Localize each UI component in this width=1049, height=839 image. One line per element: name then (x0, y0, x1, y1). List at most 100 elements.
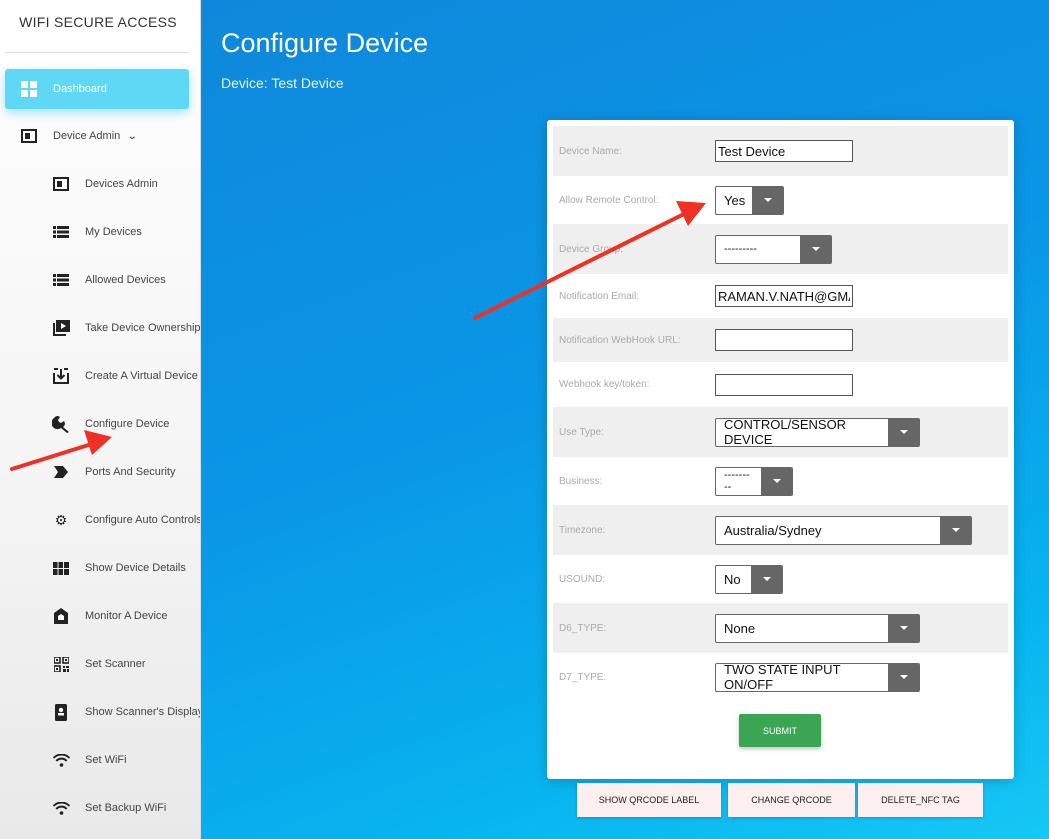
business-select[interactable]: --------- (715, 466, 793, 496)
select-value: --------- (724, 469, 750, 493)
remote-control-select[interactable]: Yes (715, 185, 784, 215)
timezone-label: Timezone: (559, 524, 606, 536)
download-box-icon (52, 368, 70, 384)
sidebar-item-label: Show Device Details (85, 562, 186, 574)
notification-email-label: Notification Email: (559, 290, 640, 302)
change-qrcode-button[interactable]: CHANGE QRCODE (728, 783, 855, 817)
device-group-select[interactable]: --------- (715, 234, 832, 264)
page-subtitle: Device: Test Device (221, 75, 344, 91)
remote-control-label: Allow Remote Control: (559, 194, 659, 206)
usound-select[interactable]: No (715, 564, 783, 594)
sidebar: WIFI SECURE ACCESS Dashboard Device Admi… (0, 0, 201, 839)
webhook-key-label: Webhook key/token: (559, 379, 650, 390)
select-value: CONTROL/SENSOR DEVICE (724, 417, 847, 447)
grid-icon (52, 560, 70, 576)
sidebar-item-label: Dashboard (53, 83, 107, 95)
business-label: Business: (559, 475, 603, 487)
form-row-d6-type: D6_TYPE: None (553, 603, 1008, 653)
delete-nfc-tag-button[interactable]: DELETE_NFC TAG (858, 783, 983, 817)
device-name-label: Device Name: (559, 145, 622, 157)
brand-title: WIFI SECURE ACCESS (19, 14, 177, 30)
form-row-remote-control: Allow Remote Control: Yes (553, 176, 1008, 224)
sidebar-item-label: Devices Admin (85, 178, 158, 190)
sidebar-item-label: Monitor A Device (85, 610, 168, 622)
form-row-device-group: Device Group: --------- (553, 224, 1008, 274)
sidebar-item-label: Device Admin (53, 130, 121, 142)
sidebar-item-allowed-devices[interactable]: Allowed Devices (52, 270, 166, 290)
contrast-icon (20, 128, 38, 144)
d7-type-select[interactable]: TWO STATE INPUT ON/OFF (715, 662, 920, 692)
d6-type-label: D6_TYPE: (559, 622, 607, 634)
select-value: Yes (724, 192, 746, 208)
sidebar-item-label: Set WiFi (85, 754, 127, 766)
sidebar-item-label: Allowed Devices (85, 274, 166, 286)
use-type-select[interactable]: CONTROL/SENSOR DEVICE (715, 417, 920, 447)
sidebar-item-label: Set Backup WiFi (85, 802, 167, 814)
chevron-down-icon (888, 418, 919, 446)
sidebar-item-devices-admin[interactable]: Devices Admin (52, 174, 158, 194)
sidebar-item-set-scanner[interactable]: Set Scanner (52, 654, 146, 674)
wifi-icon (52, 752, 70, 768)
form-row-use-type: Use Type: CONTROL/SENSOR DEVICE (553, 407, 1008, 457)
form-row-webhook-key: Webhook key/token: (553, 362, 1008, 407)
device-name-input[interactable] (715, 140, 853, 162)
submit-button[interactable]: SUBMIT (739, 714, 821, 747)
form-row-usound: USOUND: No (553, 555, 1008, 603)
form-row-notification-email: Notification Email: (553, 274, 1008, 318)
webhook-url-label: Notification WebHook URL: (559, 334, 681, 346)
chevron-down-icon (940, 516, 971, 544)
phone-icon (52, 703, 70, 721)
sidebar-item-set-backup-wifi[interactable]: Set Backup WiFi (52, 798, 166, 818)
sidebar-item-label: Create A Virtual Device (85, 370, 198, 382)
wrench-icon (52, 416, 70, 433)
form-row-d7-type: D7_TYPE: TWO STATE INPUT ON/OFF (553, 653, 1008, 701)
chevron-down-icon (888, 663, 919, 691)
sidebar-item-configure-device[interactable]: Configure Device (52, 414, 169, 434)
use-type-label: Use Type: (559, 426, 604, 438)
sidebar-item-configure-auto-controls[interactable]: ⚙ Configure Auto Controls (52, 510, 201, 530)
form-row-business: Business: --------- (553, 457, 1008, 505)
configure-device-form: Device Name: Allow Remote Control: Yes D… (547, 120, 1014, 779)
notification-email-input[interactable] (715, 285, 853, 307)
form-row-device-name: Device Name: (553, 126, 1008, 176)
home-box-icon (52, 608, 70, 624)
show-qrcode-label-button[interactable]: SHOW QRCODE LABEL (577, 783, 721, 817)
sidebar-item-label: Ports And Security (85, 466, 176, 478)
sidebar-item-ports-and-security[interactable]: Ports And Security (52, 462, 176, 482)
chevron-down-icon (800, 235, 831, 263)
webhook-key-input[interactable] (715, 373, 853, 396)
sidebar-item-label: Configure Auto Controls (85, 514, 201, 526)
sidebar-item-device-admin[interactable]: Device Admin ⌄ (20, 126, 138, 146)
sidebar-item-my-devices[interactable]: My Devices (52, 222, 142, 242)
d6-type-select[interactable]: None (715, 613, 920, 643)
select-value: None (724, 620, 756, 636)
sidebar-item-label: My Devices (85, 226, 142, 238)
usound-label: USOUND: (559, 573, 606, 585)
chevron-down-icon (752, 186, 783, 214)
d7-type-label: D7_TYPE: (559, 671, 607, 683)
dashboard-icon (21, 81, 37, 97)
form-row-webhook-url: Notification WebHook URL: (553, 318, 1008, 362)
device-group-label: Device Group: (559, 243, 623, 255)
main-content: Configure Device Device: Test Device Dev… (201, 0, 1049, 839)
chevron-down-icon: ⌄ (127, 130, 138, 142)
webhook-url-input[interactable] (715, 329, 853, 351)
sidebar-item-create-virtual-device[interactable]: Create A Virtual Device (52, 366, 198, 386)
form-row-timezone: Timezone: Australia/Sydney (553, 505, 1008, 555)
select-value: TWO STATE INPUT ON/OFF (724, 662, 841, 692)
sidebar-item-label: Take Device Ownership (85, 322, 201, 334)
list-icon (52, 224, 70, 240)
sidebar-item-show-scanners-display[interactable]: Show Scanner's Display (52, 702, 201, 722)
chevron-down-icon (761, 467, 792, 495)
contrast-icon (52, 176, 70, 192)
sidebar-item-dashboard[interactable]: Dashboard (5, 69, 189, 109)
timezone-select[interactable]: Australia/Sydney (715, 515, 972, 545)
chevron-down-icon (888, 614, 919, 642)
sidebar-item-set-wifi[interactable]: Set WiFi (52, 750, 127, 770)
sidebar-item-monitor-a-device[interactable]: Monitor A Device (52, 606, 168, 626)
sidebar-item-show-device-details[interactable]: Show Device Details (52, 558, 186, 578)
video-library-icon (52, 320, 70, 336)
list-icon (52, 272, 70, 288)
sidebar-item-take-device-ownership[interactable]: Take Device Ownership (52, 318, 201, 338)
sidebar-item-label: Show Scanner's Display (85, 706, 201, 718)
